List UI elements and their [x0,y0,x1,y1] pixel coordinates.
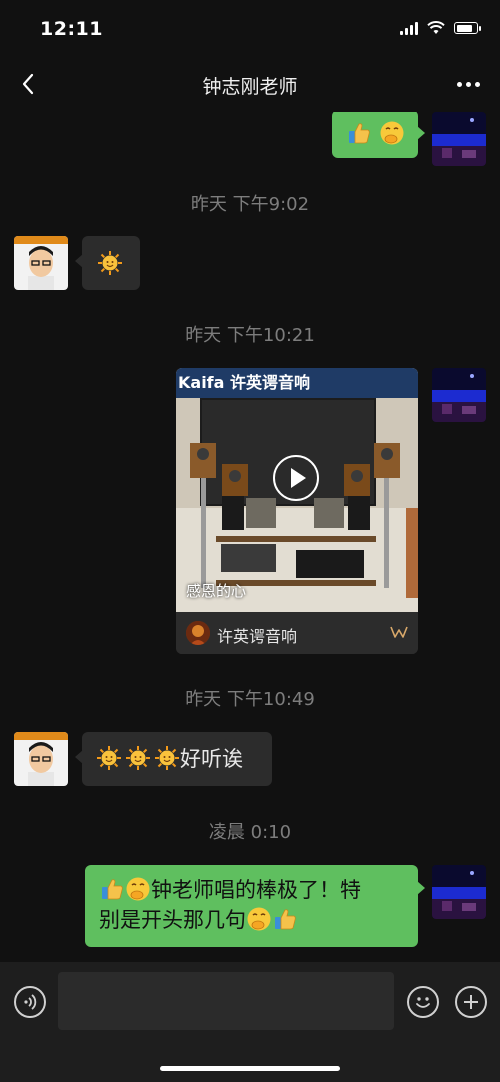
card-footer[interactable]: 许英谔音响 [176,612,418,654]
input-bar [0,962,500,1082]
voice-button[interactable] [14,986,46,1018]
sent-emoji-bubble[interactable] [332,112,425,158]
sun-face-icon [97,250,123,276]
video-share-card[interactable]: Kaifa 许英谔音响 感恩的心 许英谔音响 [176,368,418,654]
hand-over-mouth-icon [125,876,151,902]
emoji-button[interactable] [407,986,439,1018]
message-line-2: 别是开头那几句 [99,905,418,935]
timestamp: 昨天 下午9:02 [190,194,310,215]
my-avatar[interactable] [432,112,486,166]
cellular-signal-icon [400,21,418,35]
message-text-line-2: 别是开头那几句 [99,908,246,932]
thumbs-up-icon [272,906,298,932]
received-emoji-bubble[interactable] [75,236,140,290]
my-avatar[interactable] [432,368,486,422]
contact-avatar[interactable] [14,732,68,786]
hand-over-mouth-icon [246,906,272,932]
more-dots-icon [456,81,462,87]
received-text-bubble[interactable]: 好听诶 [75,732,272,786]
timestamp: 凌晨 0:10 [208,822,292,843]
status-icons [400,18,481,38]
nav-bar: 钟志刚老师 [0,56,500,112]
home-indicator [160,1066,340,1071]
message-line-1: 钟老师唱的棒极了！特 [99,875,418,905]
hand-over-mouth-icon [379,120,405,146]
my-avatar[interactable] [432,865,486,919]
thumbs-up-icon [99,876,125,902]
video-caption: 感恩的心 [186,582,247,600]
chat-message-list[interactable]: 昨天 下午9:02 昨天 下午10:21 Kaifa 许英谔音响 感恩的心 许英… [0,112,500,962]
sun-face-icon [96,745,122,771]
voice-icon [24,994,37,1010]
timestamp: 昨天 下午10:21 [185,325,315,346]
video-thumbnail[interactable]: Kaifa 许英谔音响 感恩的心 [176,368,418,612]
more-button[interactable] [452,70,484,98]
timestamp: 昨天 下午10:49 [185,689,315,710]
chat-title: 钟志刚老师 [202,76,298,98]
smiley-icon [416,997,430,1008]
channels-logo-icon [390,625,408,643]
message-text: 好听诶 [180,747,243,771]
status-time: 12:11 [40,18,103,40]
wifi-icon [427,21,445,34]
thumbs-up-icon [346,120,372,146]
message-input[interactable] [58,972,394,1030]
sent-text-bubble[interactable]: 钟老师唱的棒极了！特 别是开头那几句 [85,865,425,947]
message-text-line-1: 钟老师唱的棒极了！特 [151,878,361,902]
banner-text: Kaifa 许英谔音响 [178,373,310,392]
status-bar: 12:11 [0,0,500,56]
play-icon[interactable] [273,455,319,501]
sun-face-icon [154,745,180,771]
plus-button[interactable] [455,986,487,1018]
contact-avatar[interactable] [14,236,68,290]
battery-icon [454,22,481,34]
channel-avatar [186,621,210,645]
plus-icon [464,995,478,1009]
channel-name: 许英谔音响 [217,627,298,646]
sun-face-icon [125,745,151,771]
